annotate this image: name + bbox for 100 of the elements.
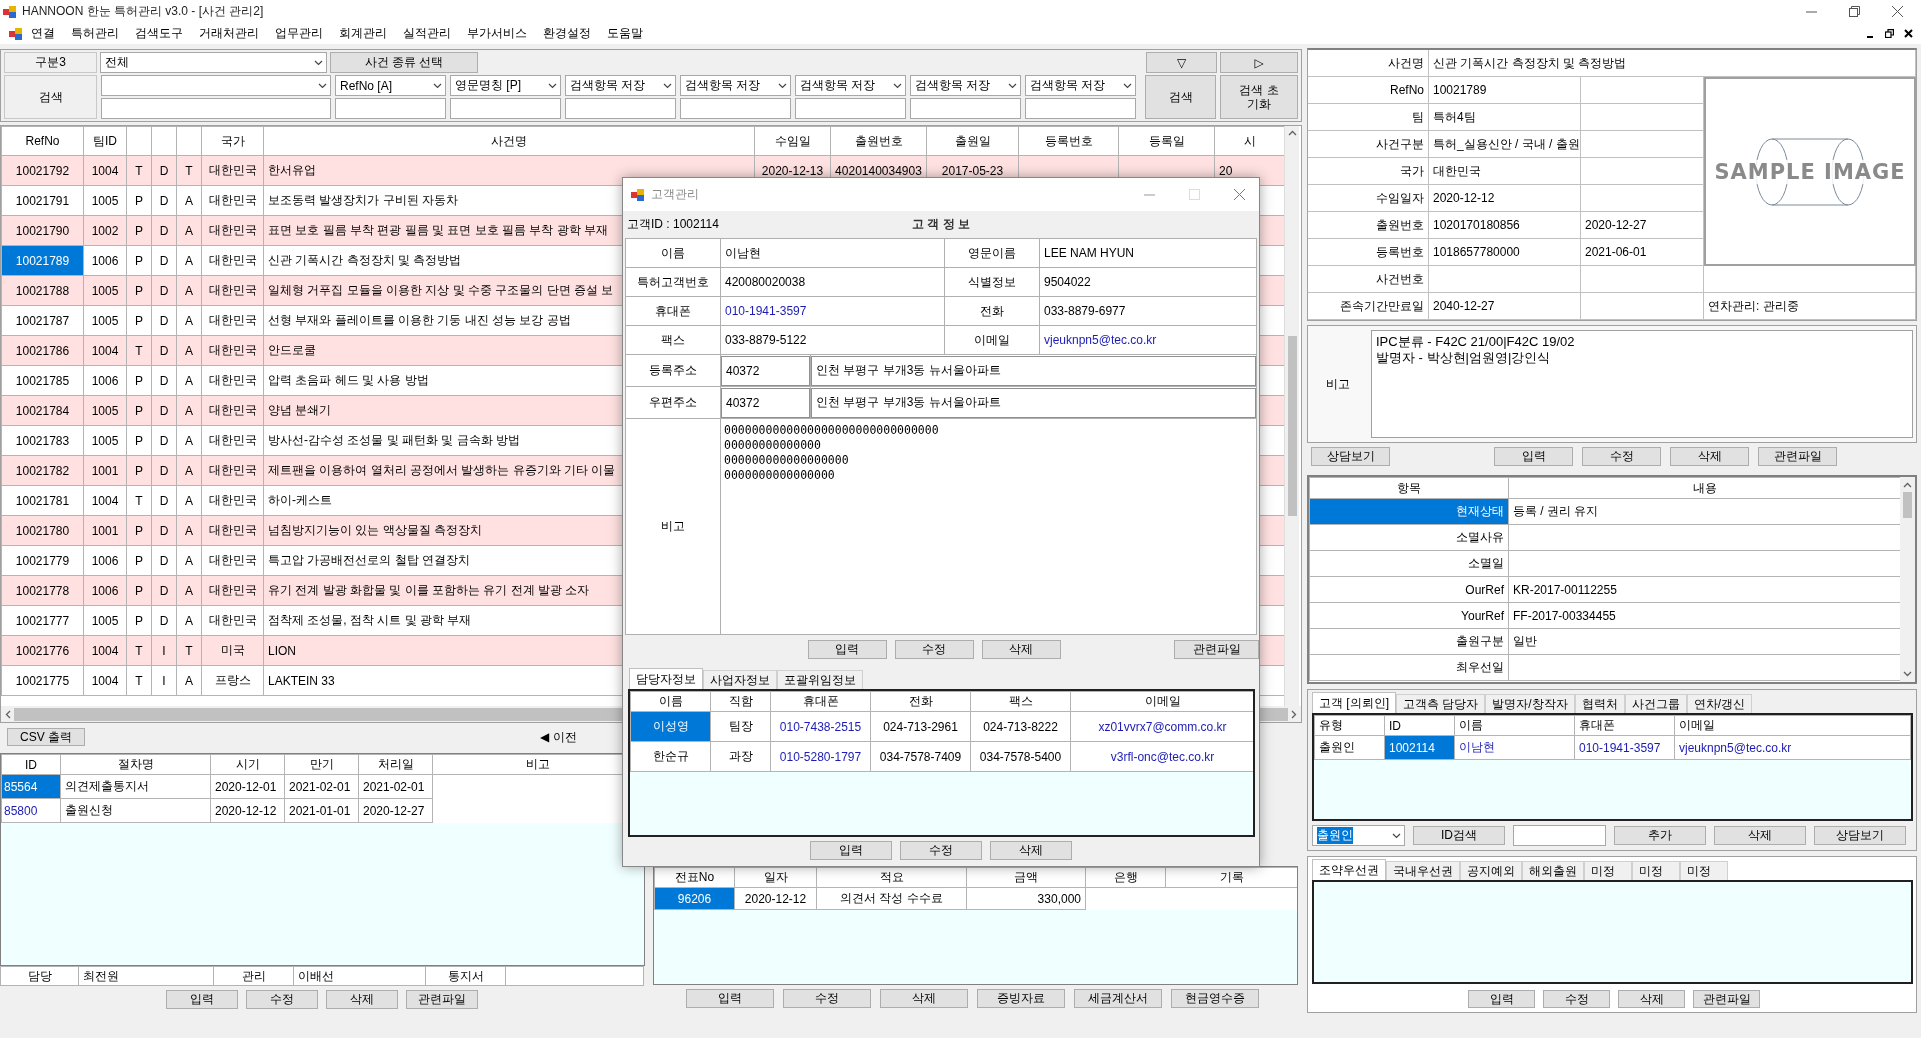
- action-button[interactable]: 삭제: [880, 989, 968, 1008]
- table-cell: 1004: [83, 635, 127, 666]
- action-button[interactable]: 수정: [1543, 990, 1610, 1008]
- action-button[interactable]: 입력: [686, 989, 774, 1008]
- action-button[interactable]: 삭제: [1714, 826, 1806, 845]
- action-button[interactable]: 입력: [1468, 990, 1535, 1008]
- search-field[interactable]: [795, 98, 906, 119]
- dropdown[interactable]: 검색항목 저장: [565, 75, 676, 96]
- vertical-scrollbar[interactable]: [1284, 126, 1299, 706]
- restore-icon[interactable]: [1849, 5, 1860, 17]
- tab[interactable]: 해외출원: [1522, 861, 1584, 880]
- address-field[interactable]: 인천 부평구 부개3동 뉴서울아파트: [811, 355, 1256, 386]
- id-search-button[interactable]: ID검색: [1413, 826, 1505, 845]
- action-button[interactable]: 입력: [810, 840, 892, 860]
- action-button[interactable]: 관련파일: [1758, 447, 1837, 466]
- action-button[interactable]: 입력: [1494, 447, 1573, 466]
- reset-search-button[interactable]: 검색 초기화: [1220, 75, 1298, 119]
- menu-item[interactable]: 도움말: [599, 24, 651, 42]
- menu-item[interactable]: 환경설정: [535, 24, 599, 42]
- menu-item[interactable]: 거래처관리: [191, 24, 267, 42]
- note-field[interactable]: IPC분류 - F42C 21/00|F42C 19/02 발명자 - 박상현|엄원영|강인식: [1371, 330, 1913, 438]
- action-button[interactable]: 관련파일: [1693, 990, 1760, 1008]
- field-label: RefNo: [1308, 77, 1429, 104]
- action-button[interactable]: 삭제: [981, 639, 1061, 659]
- files-button[interactable]: 관련파일: [1174, 639, 1259, 659]
- action-button[interactable]: 증빙자료: [977, 989, 1065, 1008]
- tab[interactable]: 미정: [1584, 861, 1632, 880]
- menu-item[interactable]: 특허관리: [63, 24, 127, 42]
- case-type-button[interactable]: 사건 종류 선택: [330, 52, 478, 73]
- field-label: 영문이름: [945, 239, 1040, 268]
- dropdown[interactable]: 출원인: [1312, 825, 1405, 846]
- tab[interactable]: 미정: [1632, 861, 1680, 880]
- action-button[interactable]: 관련파일: [406, 990, 478, 1009]
- consult-button[interactable]: 상담보기: [1311, 447, 1390, 466]
- action-button[interactable]: 현금영수증: [1171, 989, 1259, 1008]
- search-field[interactable]: [910, 98, 1021, 119]
- menu-item[interactable]: 검색도구: [127, 24, 191, 42]
- menu-item[interactable]: 회계관리: [331, 24, 395, 42]
- action-button[interactable]: 상담보기: [1814, 826, 1906, 845]
- csv-export-button[interactable]: CSV 출력: [7, 728, 85, 746]
- tab[interactable]: 사업자정보: [703, 670, 777, 689]
- search-field[interactable]: [1025, 98, 1136, 119]
- tab[interactable]: 발명자/창작자: [1485, 694, 1575, 713]
- action-button[interactable]: 수정: [1582, 447, 1661, 466]
- search-field[interactable]: [101, 98, 331, 119]
- scrollbar-thumb[interactable]: [1903, 492, 1912, 518]
- dropdown[interactable]: 검색항목 저장: [910, 75, 1021, 96]
- action-button[interactable]: 삭제: [1618, 990, 1685, 1008]
- restore-icon[interactable]: [1885, 28, 1894, 38]
- tab[interactable]: 포괄위임정보: [777, 670, 863, 689]
- tab[interactable]: 미정: [1680, 861, 1728, 880]
- dropdown[interactable]: 검색항목 저장: [795, 75, 906, 96]
- dropdown[interactable]: [101, 75, 331, 96]
- address-field[interactable]: 인천 부평구 부개3동 뉴서울아파트: [811, 387, 1256, 418]
- action-button[interactable]: 세금계산서: [1074, 989, 1162, 1008]
- zip-field[interactable]: 40372: [721, 387, 810, 418]
- action-button[interactable]: 수정: [246, 990, 318, 1009]
- tab[interactable]: 국내우선권: [1386, 861, 1460, 880]
- search-button[interactable]: 검색: [1145, 75, 1216, 119]
- action-button[interactable]: 수정: [783, 989, 871, 1008]
- menu-item[interactable]: 부가서비스: [459, 24, 535, 42]
- scrollbar-thumb[interactable]: [1287, 336, 1297, 516]
- action-button[interactable]: 삭제: [990, 840, 1072, 860]
- menu-item[interactable]: 업무관리: [267, 24, 331, 42]
- tab[interactable]: 담당자정보: [629, 668, 703, 689]
- tab[interactable]: 공지예외: [1460, 861, 1522, 880]
- tab[interactable]: 고객측 담당자: [1396, 694, 1486, 713]
- action-button[interactable]: 입력: [808, 639, 887, 659]
- tab[interactable]: 사건그룹: [1624, 694, 1687, 713]
- search-field[interactable]: [680, 98, 791, 119]
- close-icon[interactable]: [1892, 5, 1903, 17]
- tab[interactable]: 고객 [의뢰인]: [1312, 692, 1396, 713]
- action-button[interactable]: 삭제: [326, 990, 398, 1009]
- next-button[interactable]: ▷: [1220, 52, 1298, 73]
- dropdown[interactable]: 검색항목 저장: [680, 75, 791, 96]
- search-field[interactable]: [450, 98, 561, 119]
- dropdown[interactable]: RefNo [A]: [335, 75, 446, 96]
- zip-field[interactable]: 40372: [721, 355, 810, 386]
- menu-item[interactable]: 실적관리: [395, 24, 459, 42]
- action-button[interactable]: 추가: [1614, 826, 1706, 845]
- previous-button[interactable]: ◀ 이전: [540, 728, 577, 746]
- note-field[interactable]: 0000000000000000000000000000000 00000000000000 000000000000000000 0000000000000000: [721, 419, 1257, 635]
- search-field[interactable]: [565, 98, 676, 119]
- dropdown[interactable]: 검색항목 저장: [1025, 75, 1136, 96]
- maximize-icon[interactable]: [1189, 189, 1200, 200]
- action-button[interactable]: 삭제: [1670, 447, 1749, 466]
- id-field[interactable]: [1513, 825, 1606, 846]
- tab[interactable]: 조약우선권: [1312, 859, 1386, 880]
- tab[interactable]: 연차/갱신: [1686, 694, 1753, 713]
- close-icon[interactable]: [1904, 28, 1913, 38]
- dropdown[interactable]: 전체: [100, 52, 327, 73]
- tab[interactable]: 협력처: [1574, 694, 1625, 713]
- vertical-scrollbar[interactable]: [1900, 477, 1915, 682]
- collapse-button[interactable]: ▽: [1146, 52, 1217, 73]
- action-button[interactable]: 수정: [894, 639, 974, 659]
- action-button[interactable]: 입력: [166, 990, 238, 1009]
- menu-item[interactable]: 연결: [23, 24, 63, 42]
- dropdown[interactable]: 영문명칭 [P]: [450, 75, 561, 96]
- search-field[interactable]: [335, 98, 446, 119]
- action-button[interactable]: 수정: [900, 840, 982, 860]
